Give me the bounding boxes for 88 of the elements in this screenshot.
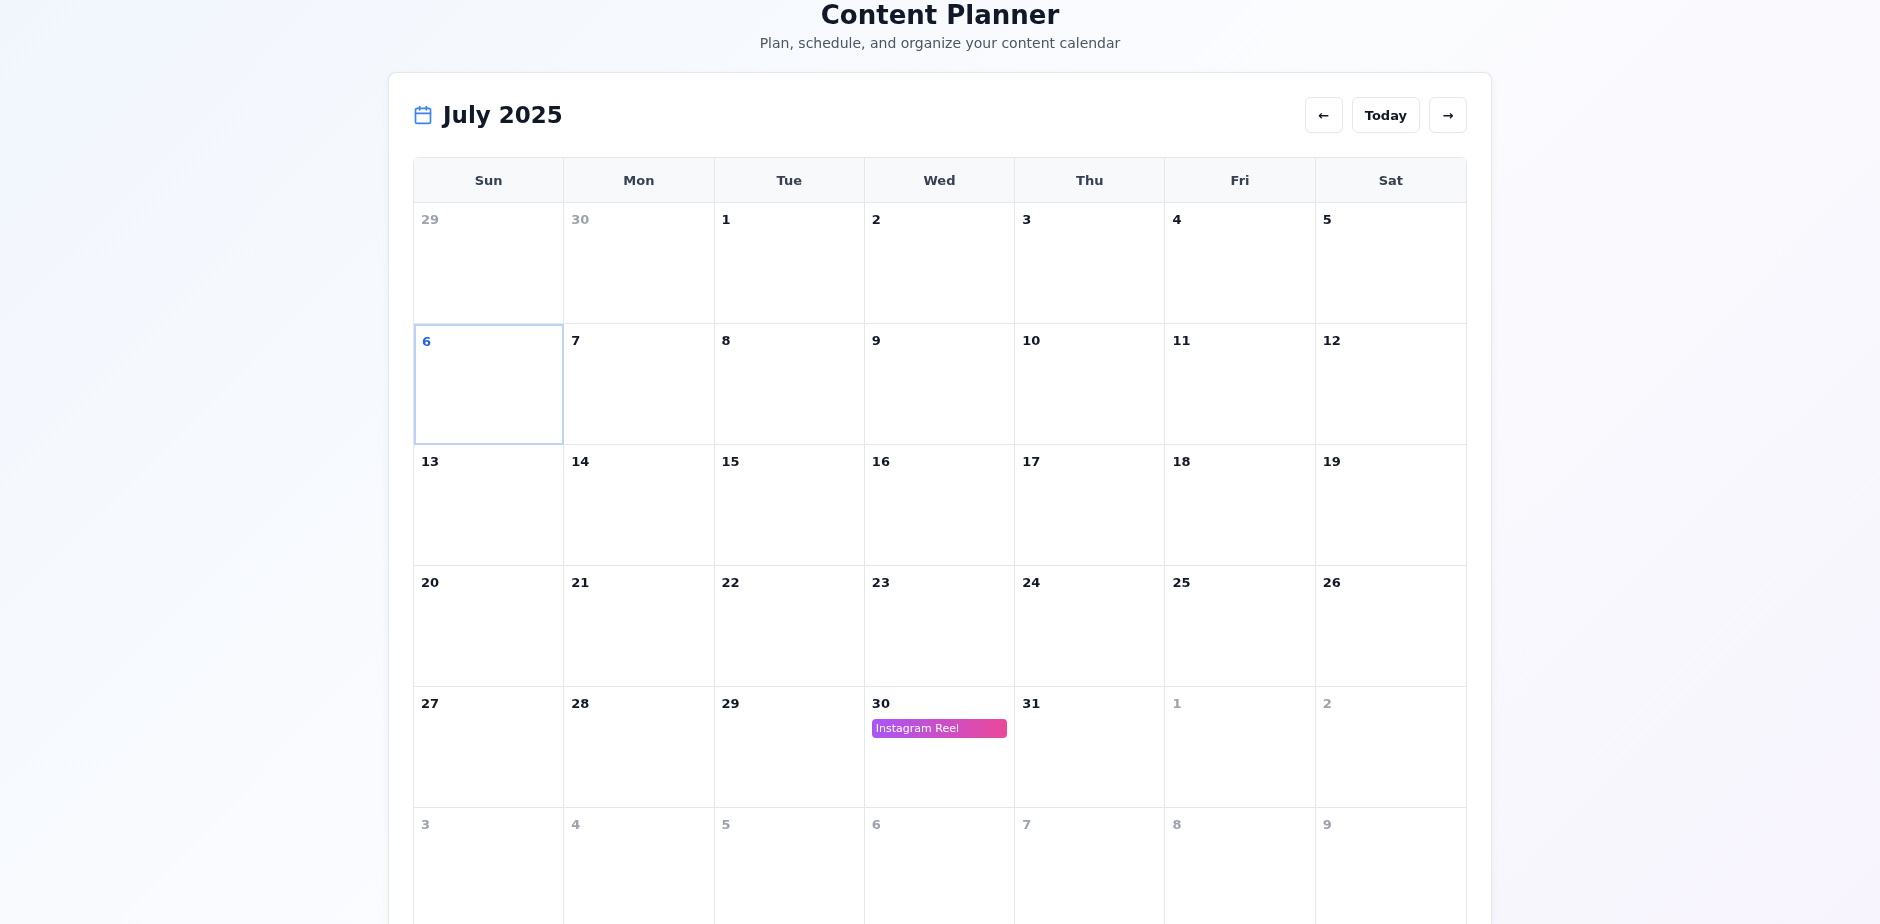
day-number: 8: [1172, 817, 1182, 832]
day-number: 16: [871, 454, 890, 469]
day-number: 1: [721, 212, 731, 227]
day-number: 3: [1022, 212, 1032, 227]
page-subtitle: Plan, schedule, and organize your content calendar: [759, 34, 1121, 53]
day-number: 5: [721, 817, 731, 832]
day-cell[interactable]: 25: [1165, 566, 1316, 687]
day-number: 14: [571, 454, 590, 469]
day-cell[interactable]: 18: [1165, 445, 1316, 566]
day-number: 4: [1172, 212, 1182, 227]
day-cell[interactable]: 30 Instagram Reel: [864, 687, 1016, 808]
day-cell[interactable]: 10: [1015, 324, 1166, 445]
day-number: 24: [1022, 575, 1041, 590]
day-number: 18: [1172, 454, 1191, 469]
day-number: 8: [721, 333, 731, 348]
day-number: 29: [721, 696, 740, 711]
day-number: 21: [571, 575, 590, 590]
weekday-header: Thu: [1015, 158, 1166, 203]
day-number: 7: [571, 333, 581, 348]
day-number: 29: [421, 212, 440, 227]
day-number: 10: [1022, 333, 1041, 348]
day-number: 1: [1172, 696, 1182, 711]
day-number: 9: [871, 333, 881, 348]
day-cell[interactable]: 4: [1165, 203, 1316, 324]
weekday-header: Tue: [714, 158, 865, 203]
day-cell[interactable]: 3: [1015, 203, 1166, 324]
day-number: 27: [421, 696, 440, 711]
day-number: 28: [571, 696, 590, 711]
day-cell[interactable]: 16: [864, 445, 1016, 566]
day-number: 5: [1322, 212, 1332, 227]
previous-button[interactable]: ←: [1304, 97, 1343, 133]
event-chip[interactable]: Instagram Reel: [871, 719, 1008, 738]
page-title: Content Planner: [820, 0, 1060, 30]
day-cell[interactable]: 8: [714, 324, 865, 445]
weekday-header: Wed: [864, 158, 1016, 203]
day-number: 26: [1322, 575, 1341, 590]
day-cell[interactable]: 5: [1315, 203, 1466, 324]
day-number: 12: [1322, 333, 1341, 348]
day-cell[interactable]: 12: [1315, 324, 1466, 445]
day-number: 30: [571, 212, 590, 227]
day-number: 4: [571, 817, 581, 832]
day-cell[interactable]: 19: [1315, 445, 1466, 566]
day-cell[interactable]: 28: [564, 687, 715, 808]
month-title: July 2025: [443, 102, 563, 128]
day-cell[interactable]: 7: [564, 324, 715, 445]
day-number: 23: [871, 575, 890, 590]
day-cell[interactable]: 13: [414, 445, 565, 566]
day-cell[interactable]: 22: [714, 566, 865, 687]
day-cell[interactable]: 6: [414, 324, 565, 445]
day-number: 9: [1322, 817, 1332, 832]
day-number: 20: [421, 575, 440, 590]
day-number: 6: [422, 334, 432, 349]
weekday-header: Fri: [1165, 158, 1316, 203]
weekday-header: Mon: [564, 158, 715, 203]
next-button[interactable]: →: [1429, 97, 1467, 133]
day-number: 6: [871, 817, 881, 832]
day-number: 2: [1322, 696, 1332, 711]
day-number: 30: [871, 696, 890, 711]
day-cell[interactable]: 9: [864, 324, 1016, 445]
day-cell[interactable]: 21: [564, 566, 715, 687]
day-cell[interactable]: 31: [1015, 687, 1166, 808]
day-number: 22: [721, 575, 740, 590]
day-number: 25: [1172, 575, 1191, 590]
day-number: 15: [721, 454, 740, 469]
day-cell[interactable]: 11: [1165, 324, 1316, 445]
weekday-header: Sun: [414, 158, 565, 203]
day-cell[interactable]: 27: [414, 687, 565, 808]
day-cell[interactable]: 2: [864, 203, 1016, 324]
day-number: 11: [1172, 333, 1191, 348]
day-cell[interactable]: 23: [864, 566, 1016, 687]
day-number: 3: [421, 817, 431, 832]
day-cell[interactable]: 14: [564, 445, 715, 566]
day-number: 17: [1022, 454, 1041, 469]
day-cell[interactable]: 17: [1015, 445, 1166, 566]
day-cell[interactable]: 20: [414, 566, 565, 687]
day-cell[interactable]: 24: [1015, 566, 1166, 687]
today-button[interactable]: Today: [1351, 97, 1420, 133]
day-cell[interactable]: 29: [714, 687, 865, 808]
day-cell[interactable]: 1: [714, 203, 865, 324]
day-number: 13: [421, 454, 440, 469]
calendar-icon: [413, 105, 433, 125]
day-cell[interactable]: 26: [1315, 566, 1466, 687]
day-number: 19: [1322, 454, 1341, 469]
day-cell[interactable]: 15: [714, 445, 865, 566]
weekday-header: Sat: [1315, 158, 1466, 203]
day-number: 2: [871, 212, 881, 227]
day-number: 31: [1022, 696, 1041, 711]
day-number: 7: [1022, 817, 1032, 832]
